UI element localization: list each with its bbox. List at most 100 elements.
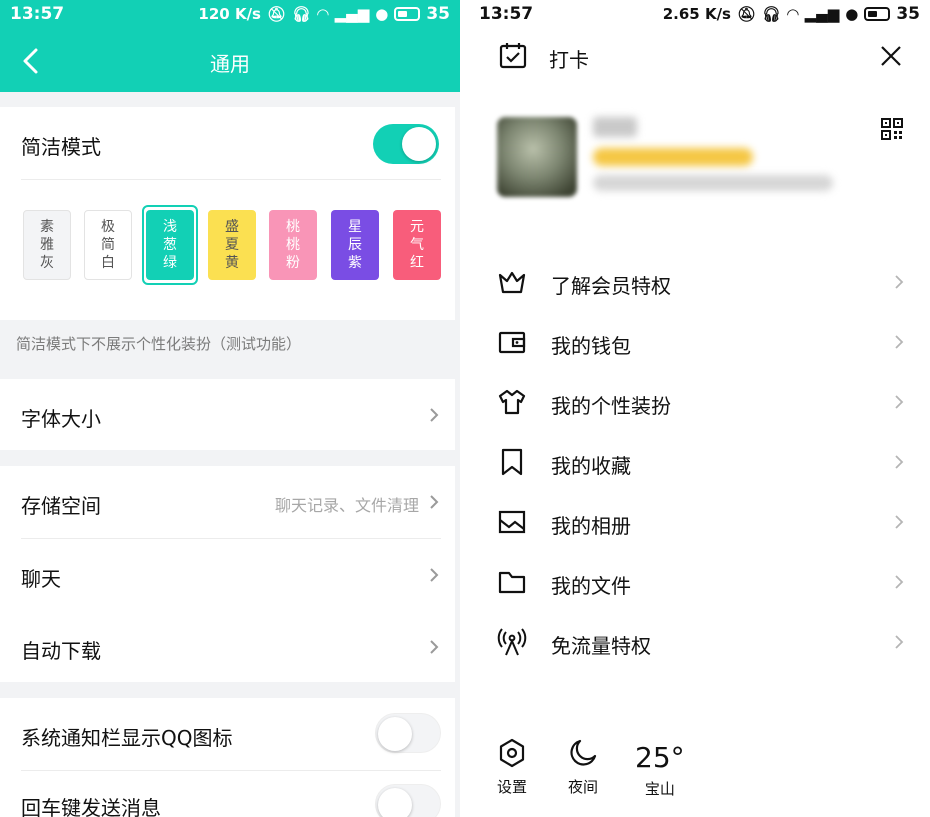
close-icon[interactable]: [880, 45, 902, 67]
temperature: 25°: [635, 741, 685, 774]
blurred-level-badges: [593, 148, 753, 166]
theme-swatch-char: 桃: [286, 219, 300, 235]
theme-swatch-char: 简: [101, 237, 115, 253]
wifi-icon: ◠: [787, 5, 799, 23]
qr-code-icon[interactable]: [881, 118, 903, 140]
storage-hint: 聊天记录、文件清理: [274, 496, 419, 515]
headphones-icon: 🎧︎: [292, 5, 312, 23]
folder-icon: [498, 571, 526, 594]
theme-swatch-char: 夏: [225, 237, 239, 253]
theme-swatch-char: 极: [101, 219, 115, 235]
chevron-right-icon: [430, 640, 439, 654]
nav-bar: 通用: [0, 30, 460, 92]
simple-mode-toggle[interactable]: [373, 124, 439, 164]
theme-swatch-char: 葱: [163, 237, 177, 253]
theme-swatch-char: 气: [410, 237, 424, 253]
simple-mode-label: 简洁模式: [21, 135, 101, 159]
blurred-nickname: [593, 117, 637, 137]
simple-mode-note: 简洁模式下不展示个性化装扮（测试功能）: [16, 335, 302, 353]
menu-item-label: 免流量特权: [551, 634, 651, 658]
city-label: 宝山: [644, 780, 675, 798]
hd-icon: ●: [845, 5, 859, 23]
theme-swatch[interactable]: 盛夏黄: [208, 210, 256, 280]
headphones-icon: 🎧︎: [762, 5, 782, 23]
font-size-label: 字体大小: [21, 407, 101, 431]
status-time: 13:57: [479, 4, 534, 24]
storage-label: 存储空间: [21, 494, 101, 518]
album-icon: [498, 510, 526, 534]
notif-icon-toggle[interactable]: [375, 713, 441, 753]
settings-hexagon-icon: [499, 738, 525, 768]
chat-row[interactable]: 聊天: [0, 539, 455, 611]
chevron-right-icon: [430, 568, 439, 582]
chevron-right-icon: [430, 495, 439, 509]
toggle-group: 系统通知栏显示QQ图标 回车键发送消息: [0, 698, 455, 817]
chevron-right-icon: [895, 335, 904, 349]
theme-swatch-char: 元: [410, 219, 424, 235]
wallet-icon: [498, 331, 526, 354]
theme-swatch[interactable]: 极简白: [84, 210, 132, 280]
font-size-row[interactable]: 字体大小: [0, 379, 455, 450]
weather-widget[interactable]: 25° 宝山: [635, 742, 685, 799]
mute-icon: 🔕︎: [266, 5, 287, 23]
enter-send-toggle[interactable]: [375, 784, 441, 817]
theme-swatch-char: 浅: [163, 219, 177, 235]
enter-send-label: 回车键发送消息: [21, 796, 161, 817]
bookmark-icon: [501, 448, 523, 476]
chevron-right-icon: [895, 395, 904, 409]
menu-item-label: 我的收藏: [551, 454, 631, 478]
chevron-right-icon: [430, 408, 439, 422]
notif-icon-label: 系统通知栏显示QQ图标: [21, 726, 233, 750]
battery-icon: [864, 7, 891, 21]
menu-item-free-data[interactable]: 免流量特权: [465, 622, 930, 662]
theme-swatch-char: 灰: [40, 255, 54, 271]
menu-item-wallet[interactable]: 我的钱包: [465, 322, 930, 362]
auto-download-row[interactable]: 自动下载: [0, 611, 455, 682]
menu-item-label: 我的个性装扮: [551, 394, 671, 418]
signal-icon: ▂▄▆: [334, 5, 370, 23]
chat-label: 聊天: [21, 567, 61, 591]
page-title: 通用: [210, 52, 250, 76]
signal-tower-icon: [497, 628, 527, 656]
chevron-right-icon: [895, 275, 904, 289]
night-mode-button[interactable]: 夜间: [568, 738, 598, 797]
theme-swatch-char: 紫: [348, 255, 362, 271]
status-bar: 13:57 2.65 K/s 🔕︎ 🎧︎ ◠ ▂▄▆ ● 35: [465, 0, 930, 30]
signal-icon: ▂▄▆: [804, 5, 840, 23]
storage-row[interactable]: 存储空间 聊天记录、文件清理: [0, 466, 455, 538]
theme-swatch-char: 绿: [163, 255, 177, 271]
chevron-right-icon: [895, 575, 904, 589]
theme-swatch[interactable]: 桃桃粉: [269, 210, 317, 280]
checkin-label[interactable]: 打卡: [549, 44, 589, 73]
menu-item-album[interactable]: 我的相册: [465, 502, 930, 542]
battery-icon: [394, 7, 421, 21]
battery-level: 35: [426, 4, 450, 24]
mute-icon: 🔕︎: [736, 5, 757, 23]
moon-icon: [570, 739, 597, 766]
wifi-icon: ◠: [317, 5, 329, 23]
status-time: 13:57: [10, 4, 65, 24]
menu-item-files[interactable]: 我的文件: [465, 562, 930, 602]
avatar[interactable]: [497, 117, 577, 197]
chevron-right-icon: [895, 635, 904, 649]
menu-item-label: 了解会员特权: [551, 274, 671, 298]
menu-item-label: 我的文件: [551, 574, 631, 598]
network-speed: 2.65 K/s: [662, 5, 731, 23]
network-speed: 120 K/s: [198, 5, 261, 23]
calendar-check-icon[interactable]: [499, 41, 527, 69]
theme-swatch[interactable]: 素雅灰: [23, 210, 71, 280]
menu-item-dressup[interactable]: 我的个性装扮: [465, 382, 930, 422]
status-bar: 13:57 120 K/s 🔕︎ 🎧︎ ◠ ▂▄▆ ● 35: [0, 0, 460, 30]
hd-icon: ●: [375, 5, 389, 23]
theme-swatch-char: 粉: [286, 255, 300, 271]
settings-button[interactable]: 设置: [497, 738, 527, 797]
theme-swatch-char: 盛: [225, 219, 239, 235]
menu-item-vip[interactable]: 了解会员特权: [465, 262, 930, 302]
tshirt-icon: [498, 389, 526, 415]
theme-swatch[interactable]: 星辰紫: [331, 210, 379, 280]
general-settings-screen: 13:57 120 K/s 🔕︎ 🎧︎ ◠ ▂▄▆ ● 35 通用 简洁模式 素…: [0, 0, 460, 817]
theme-swatch-char: 辰: [348, 237, 362, 253]
theme-swatch[interactable]: 元气红: [393, 210, 441, 280]
menu-item-favorites[interactable]: 我的收藏: [465, 442, 930, 482]
theme-swatch[interactable]: 浅葱绿: [146, 210, 194, 280]
